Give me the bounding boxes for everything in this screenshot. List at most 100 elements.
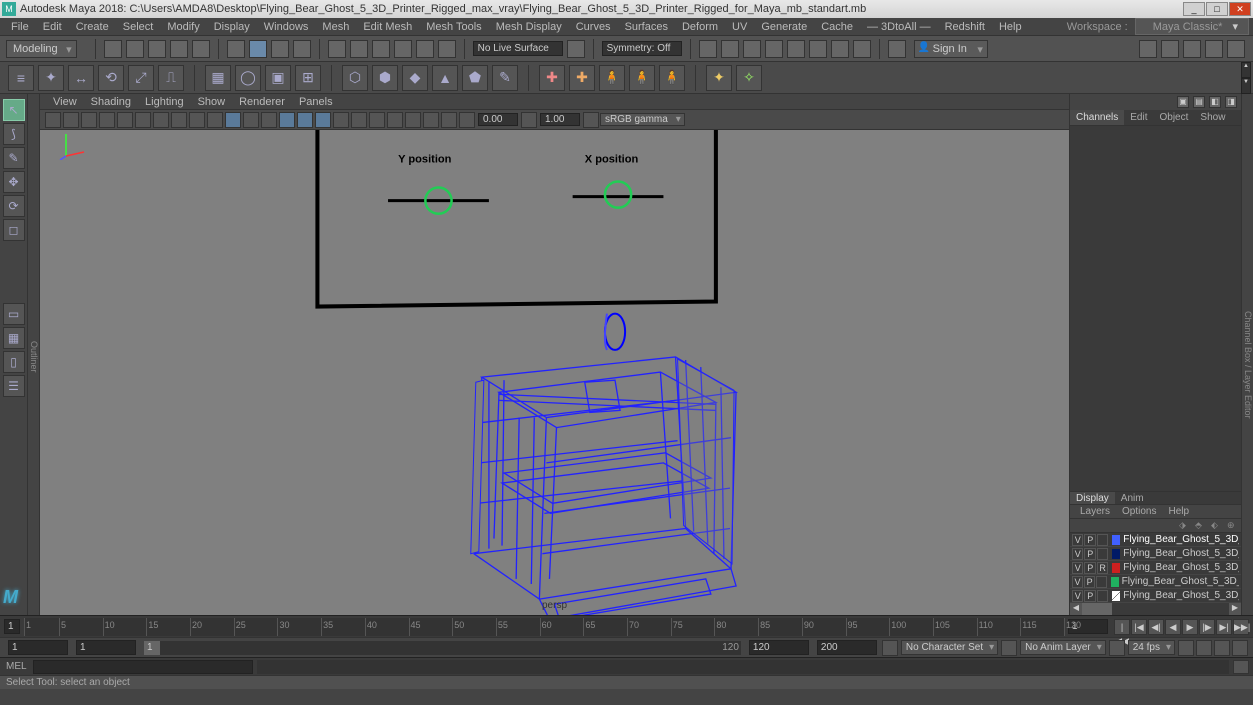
animlayer-dropdown[interactable]: No Anim Layer [1020, 640, 1106, 655]
autokey-icon[interactable] [1178, 640, 1194, 656]
shelf-curve-icon[interactable]: ◯ [235, 65, 261, 91]
shelf-tab-icon[interactable]: ≡ [8, 65, 34, 91]
menu-select[interactable]: Select [116, 19, 161, 35]
range-out-field[interactable]: 120 [749, 640, 809, 655]
tab-channels[interactable]: Channels [1070, 110, 1124, 125]
pause-icon[interactable] [853, 40, 871, 58]
shelf-poly4-icon[interactable]: ▲ [432, 65, 458, 91]
layer-row[interactable]: VPFlying_Bear_Ghost_5_3D_Printe [1070, 533, 1241, 547]
move-tool[interactable]: ✥ [3, 171, 25, 193]
sync-icon[interactable] [1214, 640, 1230, 656]
shelf-cross-icon[interactable]: ✚ [539, 65, 565, 91]
toggle-panel5-icon[interactable] [1227, 40, 1245, 58]
menu-help[interactable]: Help [992, 19, 1029, 35]
right-edge-tab[interactable]: Channel Box / Layer Editor [1241, 94, 1253, 615]
tab-object[interactable]: Object [1154, 110, 1195, 125]
shelf-lattice-icon[interactable]: ⊞ [295, 65, 321, 91]
render-icon[interactable] [721, 40, 739, 58]
layer-row[interactable]: VPFlying_Bear_Ghost_5_3D_Printer_ [1070, 575, 1241, 589]
panel-layout-icon[interactable] [888, 40, 906, 58]
layer-hscroll[interactable]: ◀▶ [1070, 603, 1241, 615]
step-back-key-icon[interactable]: |◀ [1131, 619, 1147, 635]
range-loop-icon[interactable] [882, 640, 898, 656]
vp-near-field[interactable]: 0.00 [478, 113, 518, 126]
cb-icon4[interactable]: ◨ [1225, 96, 1237, 108]
menu-windows[interactable]: Windows [257, 19, 316, 35]
toggle-panel4-icon[interactable] [1205, 40, 1223, 58]
layer-down-icon[interactable]: ⬘ [1195, 520, 1205, 530]
layer-up-icon[interactable]: ⬗ [1179, 520, 1189, 530]
vp-aa-icon[interactable] [333, 112, 349, 128]
vp-far-field[interactable]: 1.00 [540, 113, 580, 126]
range-start-field[interactable]: 1 [8, 640, 68, 655]
range-track[interactable]: 1 120 [144, 641, 741, 655]
shelf-rot-icon[interactable]: ⟲ [98, 65, 124, 91]
menu-surfaces[interactable]: Surfaces [618, 19, 675, 35]
paint-select-icon[interactable] [271, 40, 289, 58]
maximize-button[interactable]: □ [1206, 2, 1228, 16]
charset-dropdown[interactable]: No Character Set [901, 640, 998, 655]
range-end-field[interactable]: 200 [817, 640, 877, 655]
menu-file[interactable]: File [4, 19, 36, 35]
cb-icon2[interactable]: ▤ [1193, 96, 1205, 108]
vp-bookmark-icon[interactable] [81, 112, 97, 128]
menu-editmesh[interactable]: Edit Mesh [356, 19, 419, 35]
shelf-scroll[interactable]: ▲▼ [1241, 62, 1251, 94]
vp-motion-icon[interactable] [351, 112, 367, 128]
step-fwd-key-icon[interactable]: ▶| [1216, 619, 1232, 635]
shelf-grid-icon[interactable]: ▦ [205, 65, 231, 91]
time-start-field[interactable]: 1 [4, 619, 20, 634]
vp-gamma-icon[interactable] [521, 112, 537, 128]
menu-generate[interactable]: Generate [754, 19, 814, 35]
vp-shade2-icon[interactable] [207, 112, 223, 128]
vp-expo-icon[interactable] [459, 112, 475, 128]
fps-dropdown[interactable]: 24 fps [1128, 640, 1175, 655]
vp-view[interactable]: View [46, 94, 84, 110]
channel-list[interactable] [1070, 126, 1241, 491]
vp-panels[interactable]: Panels [292, 94, 340, 110]
menu-3dtoall[interactable]: — 3DtoAll — [860, 19, 938, 35]
menu-create[interactable]: Create [69, 19, 116, 35]
shelf-poly3-icon[interactable]: ◆ [402, 65, 428, 91]
layout-four[interactable]: ▦ [3, 327, 25, 349]
signin-button[interactable]: Sign In [914, 40, 988, 58]
shelf-cube-icon[interactable]: ▣ [265, 65, 291, 91]
menuset-dropdown[interactable]: Modeling [6, 40, 77, 58]
shelf-poly2-icon[interactable]: ⬢ [372, 65, 398, 91]
tab-anim[interactable]: Anim [1115, 492, 1150, 504]
cb-icon3[interactable]: ◧ [1209, 96, 1221, 108]
paint-tool[interactable]: ✎ [3, 147, 25, 169]
shelf-move-icon[interactable]: ↔ [68, 65, 94, 91]
vp-show[interactable]: Show [191, 94, 233, 110]
cmd-input[interactable] [33, 660, 253, 674]
charset-icon[interactable] [1001, 640, 1017, 656]
goto-start-icon[interactable]: |◀◀ [1114, 619, 1130, 635]
vp-imgplane-icon[interactable] [99, 112, 115, 128]
snap-plane-icon[interactable] [394, 40, 412, 58]
layout-two[interactable]: ▯ [3, 351, 25, 373]
rotate-tool[interactable]: ⟳ [3, 195, 25, 217]
shelf-fx2-icon[interactable]: ✧ [736, 65, 762, 91]
shelf-cross2-icon[interactable]: ✚ [569, 65, 595, 91]
toggle-panel1-icon[interactable] [1139, 40, 1157, 58]
snap-point-icon[interactable] [372, 40, 390, 58]
minimize-button[interactable]: _ [1183, 2, 1205, 16]
hypershade-icon[interactable] [787, 40, 805, 58]
cmd-lang-label[interactable]: MEL [0, 661, 33, 672]
menu-deform[interactable]: Deform [675, 19, 725, 35]
layer-left-icon[interactable]: ⬖ [1211, 520, 1221, 530]
select-mode-icon[interactable] [227, 40, 245, 58]
toggle-panel2-icon[interactable] [1161, 40, 1179, 58]
select-tool[interactable]: ↖ [3, 99, 25, 121]
vp-xray-icon[interactable] [423, 112, 439, 128]
vp-smooth-icon[interactable] [243, 112, 259, 128]
tab-show[interactable]: Show [1194, 110, 1231, 125]
layout-outliner[interactable]: ☰ [3, 375, 25, 397]
shelf-poly5-icon[interactable]: ⬟ [462, 65, 488, 91]
goto-end-icon[interactable]: ▶▶| [1233, 619, 1249, 635]
shelf-poly6-icon[interactable]: ✎ [492, 65, 518, 91]
script-editor-button[interactable] [1233, 660, 1249, 674]
tab-edit[interactable]: Edit [1124, 110, 1153, 125]
menu-modify[interactable]: Modify [160, 19, 206, 35]
ipr-icon[interactable] [743, 40, 761, 58]
